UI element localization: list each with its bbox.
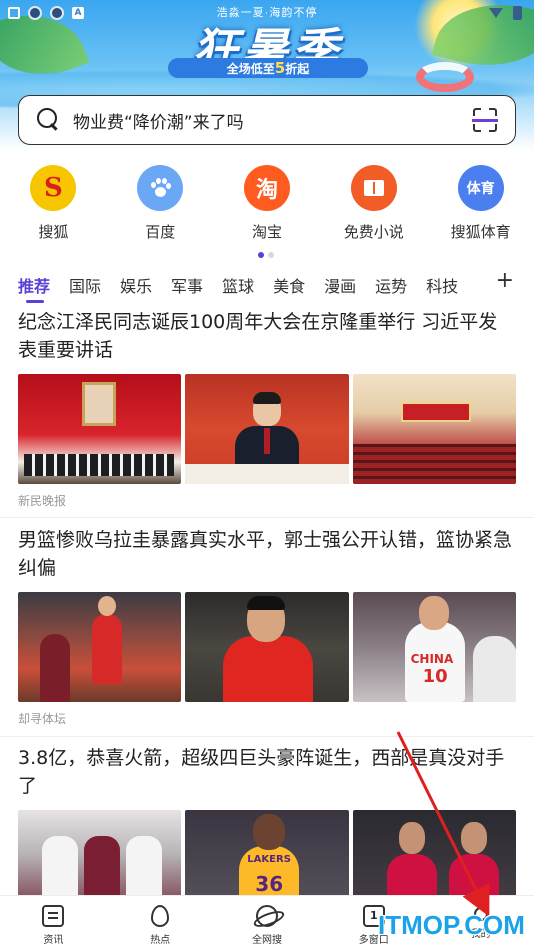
a-icon: A [72, 7, 84, 19]
status-bar-left: A [8, 6, 84, 20]
tab-fortune[interactable]: 运势 [375, 273, 407, 297]
jersey-number: 36 [255, 872, 284, 896]
tab-international[interactable]: 国际 [69, 273, 101, 297]
news-image[interactable]: CHINA 10 [352, 592, 516, 702]
news-image[interactable] [185, 374, 349, 484]
nav-label: 热点 [150, 935, 171, 946]
fire-icon [151, 905, 170, 927]
tab-entertainment[interactable]: 娱乐 [120, 273, 152, 297]
portrait-image [82, 382, 116, 426]
news-item[interactable]: 纪念江泽民同志诞辰100周年大会在京隆重举行 习近平发表重要讲话 新民晚报 [18, 308, 516, 509]
tab-comics[interactable]: 漫画 [324, 273, 356, 297]
news-source: 却寻体坛 [18, 712, 67, 726]
shortcut-label: 搜狐 [38, 223, 69, 241]
add-tab-button[interactable]: + [496, 270, 514, 292]
news-image[interactable] [18, 592, 182, 702]
hall-banner [400, 402, 471, 422]
banner-subtitle-suffix: 折起 [285, 62, 310, 76]
news-title[interactable]: 纪念江泽民同志诞辰100周年大会在京隆重举行 习近平发表重要讲话 [18, 308, 516, 364]
news-title[interactable]: 3.8亿，恭喜火箭，超级四巨头豪阵诞生，西部是真没对手了 [18, 744, 516, 800]
page-dot [268, 252, 274, 258]
banner-subtitle-prefix: 全场低至 [226, 62, 275, 76]
search-icon [37, 108, 61, 132]
search-input[interactable]: 物业费“降价潮”来了吗 [73, 108, 473, 133]
category-tabs: 推荐 国际 娱乐 军事 篮球 美食 漫画 运势 科技 + [18, 268, 518, 303]
jersey-number: 10 [422, 666, 448, 687]
sohu-logo-icon: S [30, 165, 77, 211]
officials-row [24, 454, 174, 476]
shortcut-grid: S 搜狐 百度 淘 淘宝 免费小说 体育 搜狐体育 [0, 165, 534, 245]
taobao-icon: 淘 [243, 165, 290, 211]
tab-recommend[interactable]: 推荐 [18, 273, 50, 303]
news-images: CHINA 10 [18, 592, 516, 702]
status-bar-right [489, 6, 522, 20]
shortcut-sohu-sports[interactable]: 体育 搜狐体育 [427, 165, 534, 245]
shortcut-taobao[interactable]: 淘 淘宝 [214, 165, 321, 245]
news-title[interactable]: 男篮惨败乌拉圭暴露真实水平，郭士强公开认错，篮协紧急纠偏 [18, 526, 516, 582]
jersey-text: LAKERS [247, 854, 291, 865]
wifi-icon [489, 8, 503, 18]
tab-basketball[interactable]: 篮球 [222, 273, 254, 297]
shortcut-label: 免费小说 [343, 223, 404, 241]
shield-icon [28, 6, 42, 20]
scan-icon[interactable] [472, 108, 498, 132]
nav-label: 资讯 [43, 935, 64, 946]
news-source: 新民晚报 [18, 494, 67, 508]
news-item[interactable]: 男篮惨败乌拉圭暴露真实水平，郭士强公开认错，篮协紧急纠偏 CHINA 10 却寻… [18, 526, 516, 727]
divider [0, 517, 534, 518]
hall-seats [352, 444, 516, 484]
app-icon [8, 7, 20, 19]
shortcut-label: 淘宝 [251, 223, 282, 241]
watermark: ITMOP.COM [378, 910, 525, 940]
nav-web-search[interactable]: 全网搜 [214, 896, 321, 950]
tab-military[interactable]: 军事 [171, 273, 203, 297]
divider [0, 736, 534, 737]
baidu-paw-icon [137, 165, 184, 211]
page-indicator [258, 252, 274, 258]
news-image[interactable] [352, 374, 516, 484]
shortcut-sohu[interactable]: S 搜狐 [0, 165, 107, 245]
news-icon [42, 905, 65, 927]
shortcut-label: 搜狐体育 [450, 223, 511, 241]
page-dot-active [258, 252, 264, 258]
podium [185, 464, 349, 484]
battery-icon [513, 6, 522, 20]
nav-hot[interactable]: 热点 [107, 896, 214, 950]
news-images [18, 374, 516, 484]
news-item[interactable]: 3.8亿，恭喜火箭，超级四巨头豪阵诞生，西部是真没对手了 LAKERS 36 [18, 744, 516, 920]
tab-tech[interactable]: 科技 [426, 273, 458, 297]
shortcut-free-novel[interactable]: 免费小说 [320, 165, 427, 245]
book-icon [350, 165, 397, 211]
banner-subtitle: 全场低至5折起 [168, 58, 368, 78]
sohu-sports-icon: 体育 [457, 165, 504, 211]
tab-food[interactable]: 美食 [273, 273, 305, 297]
shield-icon [50, 6, 64, 20]
news-image[interactable] [18, 374, 182, 484]
nav-news[interactable]: 资讯 [0, 896, 107, 950]
shortcut-baidu[interactable]: 百度 [107, 165, 214, 245]
news-image[interactable] [185, 592, 349, 702]
shortcut-label: 百度 [145, 223, 176, 241]
nav-label: 全网搜 [251, 935, 282, 946]
jersey-text: CHINA [410, 652, 454, 666]
search-bar[interactable]: 物业费“降价潮”来了吗 [18, 95, 516, 145]
banner-discount: 5 [274, 59, 286, 77]
globe-icon [255, 905, 278, 927]
